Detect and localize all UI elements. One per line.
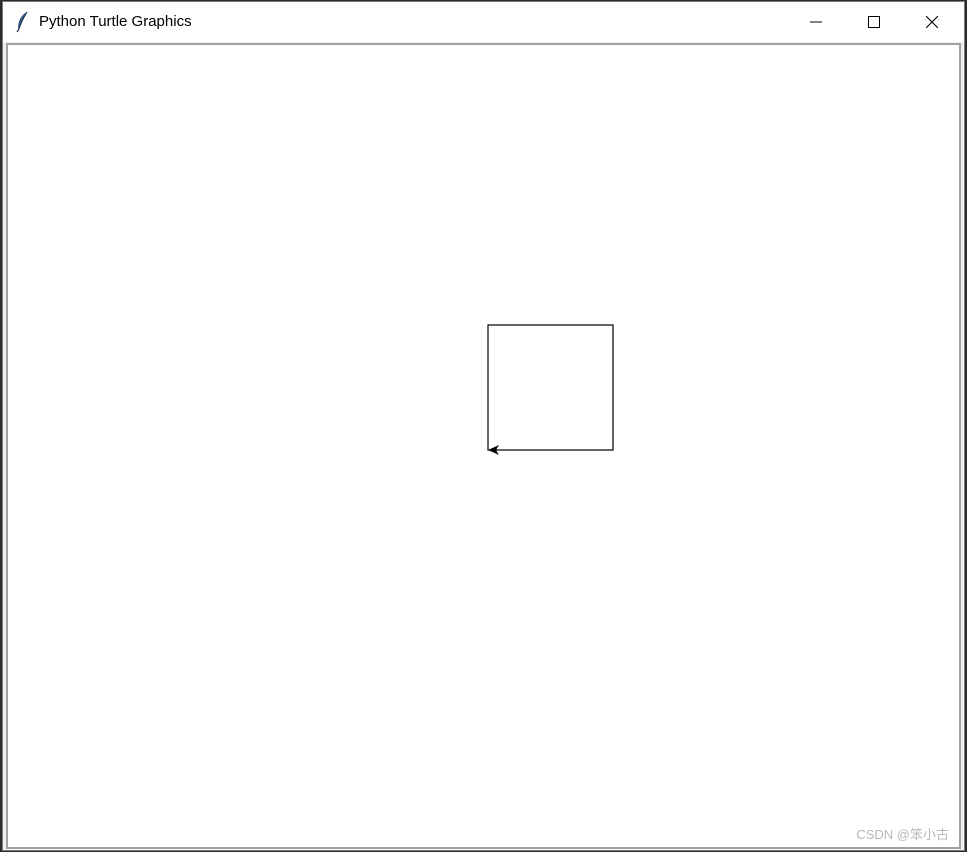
title-bar[interactable]: Python Turtle Graphics bbox=[3, 2, 964, 42]
close-icon bbox=[926, 16, 938, 28]
feather-icon bbox=[15, 11, 29, 33]
maximize-button[interactable] bbox=[845, 2, 903, 42]
drawn-square bbox=[487, 324, 614, 451]
watermark: CSDN @笨小古 bbox=[856, 827, 949, 842]
turtle-canvas-frame: CSDN @笨小古 bbox=[6, 43, 961, 849]
minimize-button[interactable] bbox=[787, 2, 845, 42]
close-button[interactable] bbox=[903, 2, 961, 42]
turtle-canvas[interactable] bbox=[8, 45, 959, 847]
maximize-icon bbox=[868, 16, 880, 28]
turtle-window: Python Turtle Graphics CSDN @笨小古 bbox=[2, 1, 965, 851]
minimize-icon bbox=[810, 16, 822, 28]
window-title: Python Turtle Graphics bbox=[39, 13, 192, 30]
